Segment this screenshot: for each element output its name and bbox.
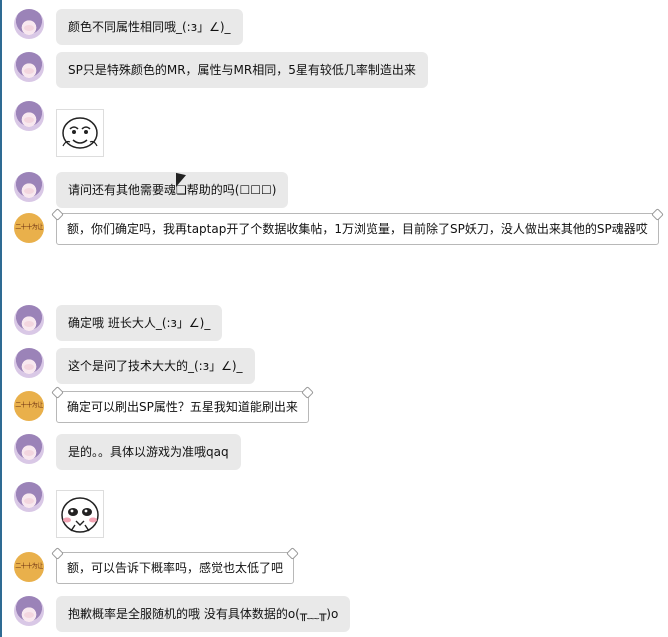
window-left-border — [0, 0, 2, 637]
avatar-badge-text: 二十十为让 — [15, 402, 43, 409]
message-bubble: SP只是特殊颜色的MR，属性与MR相同，5星有较低几率制造出来 — [56, 52, 428, 88]
avatar[interactable] — [14, 434, 44, 464]
mouse-cursor-icon — [176, 172, 186, 190]
avatar[interactable] — [14, 52, 44, 82]
avatar[interactable] — [14, 305, 44, 335]
message-bubble-framed: 额，可以告诉下概率吗，感觉也太低了吧 — [56, 552, 295, 584]
avatar[interactable] — [14, 482, 44, 512]
message-bubble: 是的。。具体以游戏为准哦qaq — [56, 434, 241, 470]
avatar-badge-text: 二十十为让 — [15, 563, 43, 570]
avatar[interactable] — [14, 9, 44, 39]
sticker-image[interactable] — [56, 109, 104, 157]
avatar[interactable] — [14, 348, 44, 378]
message-bubble: 这个是问了技术大大的_(:з」∠)_ — [56, 348, 255, 384]
message-bubble-framed: 确定可以刷出SP属性？五星我知道能刷出来 — [56, 391, 309, 423]
avatar[interactable] — [14, 172, 44, 202]
avatar[interactable]: 二十十为让 — [14, 552, 44, 582]
avatar-badge-text: 二十十为让 — [15, 224, 43, 231]
avatar[interactable]: 二十十为让 — [14, 391, 44, 421]
blushing-face-sticker-icon — [61, 497, 99, 533]
sticker-image[interactable] — [56, 490, 104, 538]
message-bubble: 颜色不同属性相同哦_(:з」∠)_ — [56, 9, 243, 45]
message-bubble: 请问还有其他需要魂❏帮助的吗(☐☐☐) — [56, 172, 289, 208]
message-bubble: 确定哦 班长大人_(:з」∠)_ — [56, 305, 223, 341]
message-bubble-framed: 额，你们确定吗，我再taptap开了个数据收集帖，1万浏览量，目前除了SP妖刀，… — [56, 213, 659, 245]
meme-face-sticker-icon — [62, 117, 98, 149]
avatar[interactable] — [14, 596, 44, 626]
avatar[interactable] — [14, 101, 44, 131]
message-bubble: 抱歉概率是全服随机的哦 没有具体数据的o(╥﹏╥)o — [56, 596, 351, 632]
avatar[interactable]: 二十十为让 — [14, 213, 44, 243]
